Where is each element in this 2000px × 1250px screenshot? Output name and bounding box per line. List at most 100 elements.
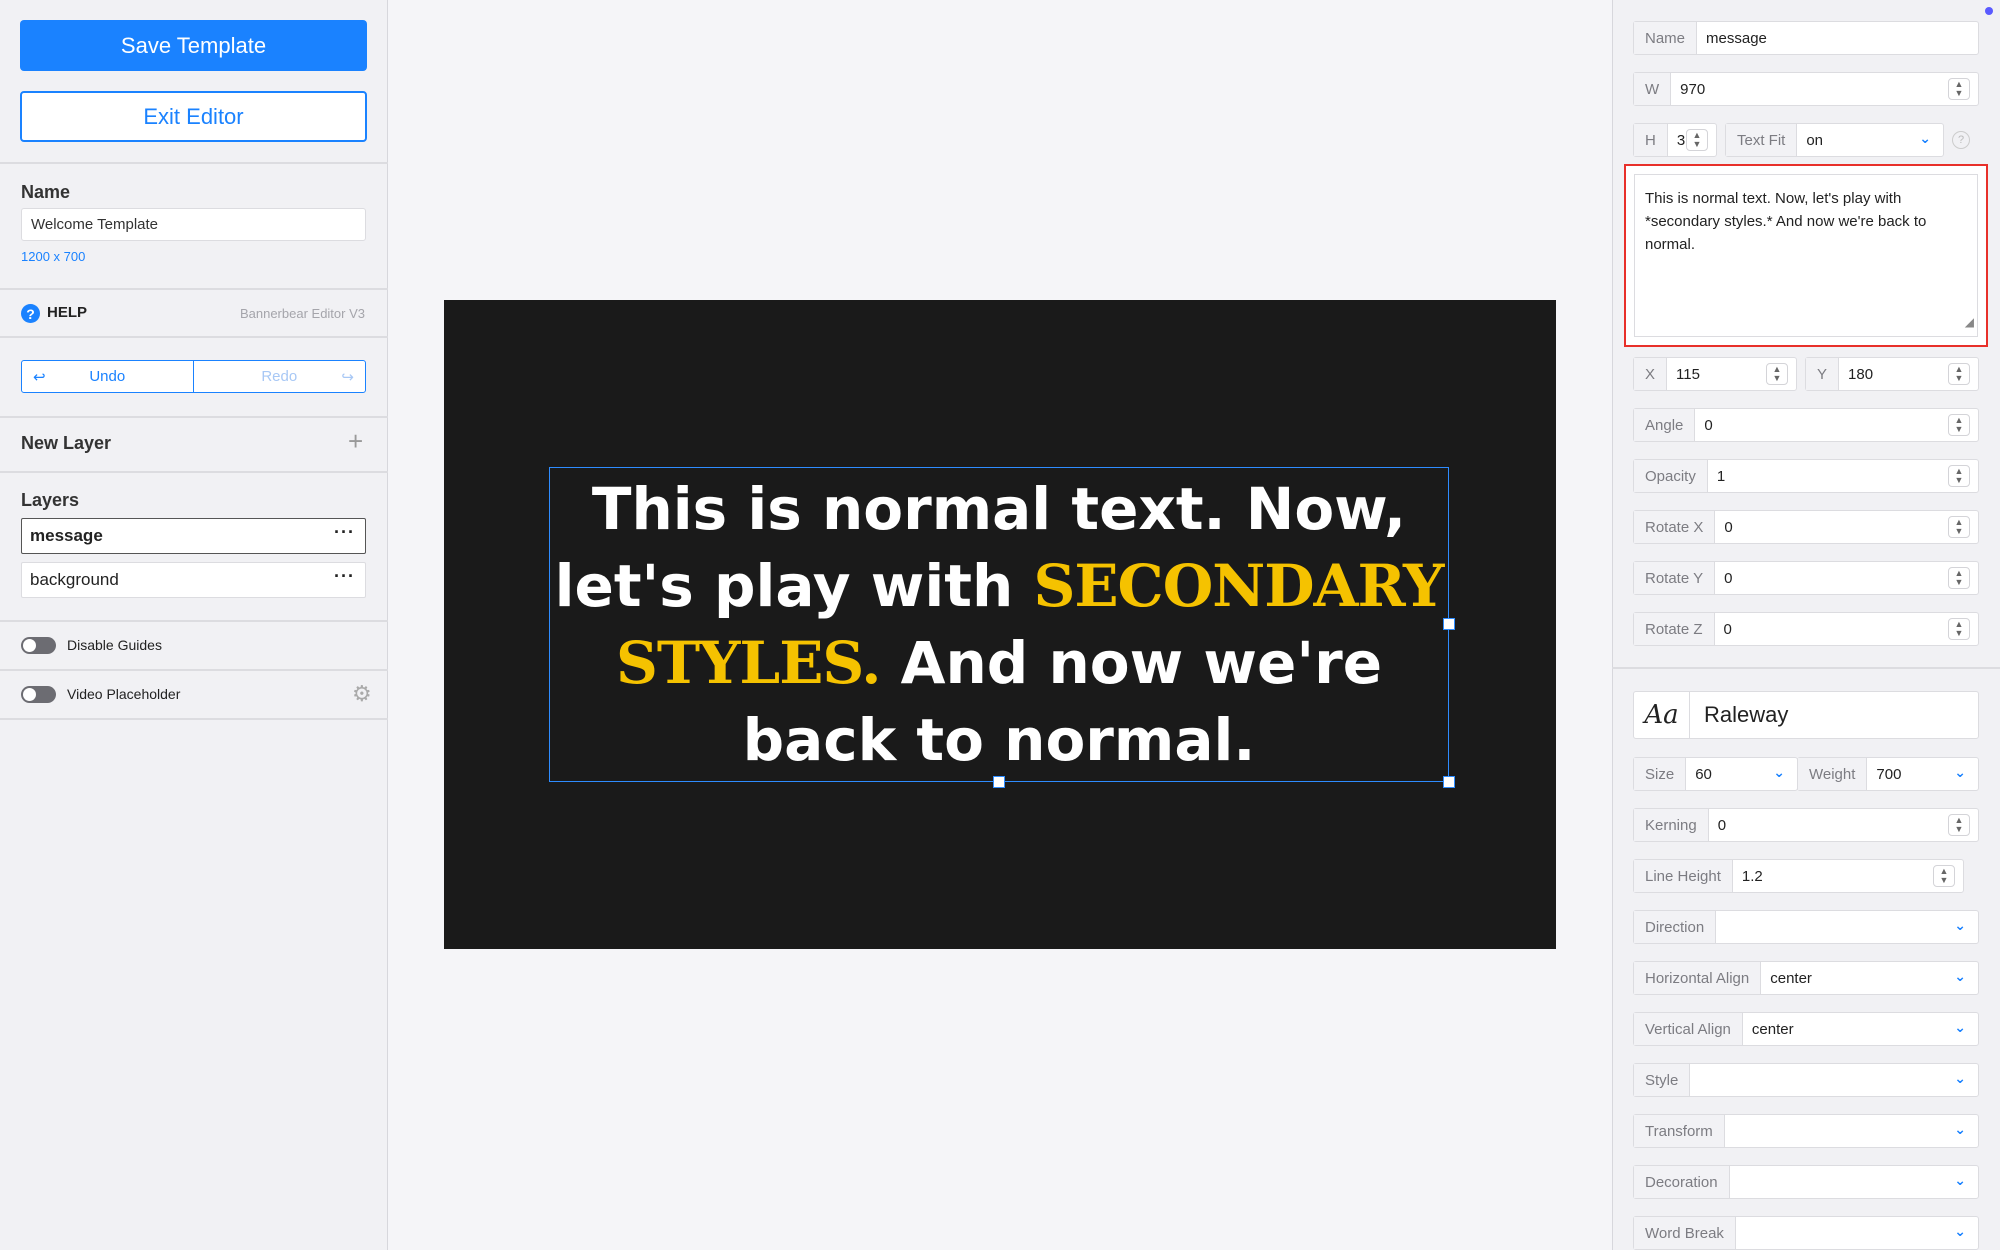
chevron-down-icon[interactable]: ⌄ [1954, 1223, 1966, 1240]
line-height-field[interactable]: Line Height 1.2 ▲ ▼ [1633, 859, 1964, 893]
redo-button[interactable]: Redo ↪ [194, 361, 366, 392]
field-value[interactable]: 0 [1715, 570, 1978, 587]
name-field[interactable]: Name message [1633, 21, 1979, 55]
template-name-label: Name [21, 182, 71, 202]
height-field[interactable]: H 3 ▲ ▼ [1633, 123, 1717, 157]
stepper-icon[interactable]: ▲ ▼ [1948, 414, 1970, 436]
template-name-input[interactable]: Welcome Template [21, 208, 366, 241]
transform-select[interactable]: Transform ⌄ [1633, 1114, 1979, 1148]
layer-item-message[interactable]: message ··· [21, 518, 366, 554]
field-label: Text Fit [1726, 124, 1798, 156]
width-field[interactable]: W 970 ▲ ▼ [1633, 72, 1979, 106]
field-label: Vertical Align [1634, 1013, 1743, 1045]
divider [0, 336, 388, 338]
video-placeholder-label: Video Placeholder [67, 686, 181, 702]
stepper-icon[interactable]: ▲ ▼ [1766, 363, 1788, 385]
rotate-y-field[interactable]: Rotate Y 0 ▲ ▼ [1633, 561, 1979, 595]
stepper-icon[interactable]: ▲ ▼ [1948, 567, 1970, 589]
field-value[interactable]: 0 [1695, 417, 1978, 434]
stepper-icon[interactable]: ▲ ▼ [1686, 129, 1708, 151]
stepper-icon[interactable]: ▲ ▼ [1948, 78, 1970, 100]
help-link[interactable]: HELP [47, 304, 87, 321]
redo-label: Redo [261, 368, 298, 385]
divider [0, 718, 388, 720]
field-label: Style [1634, 1064, 1691, 1096]
stepper-icon[interactable]: ▲ ▼ [1948, 465, 1970, 487]
disable-guides-label: Disable Guides [67, 637, 162, 653]
divider [0, 288, 388, 290]
font-icon: Aa [1634, 692, 1690, 738]
field-value[interactable]: 1.2 [1733, 868, 1963, 885]
stepper-icon[interactable]: ▲ ▼ [1948, 516, 1970, 538]
y-field[interactable]: Y 180 ▲ ▼ [1805, 357, 1979, 391]
chevron-down-icon[interactable]: ⌄ [1954, 1121, 1966, 1138]
style-select[interactable]: Style ⌄ [1633, 1063, 1979, 1097]
divider [0, 669, 388, 671]
chevron-down-icon[interactable]: ⌄ [1773, 764, 1785, 781]
more-options-icon[interactable]: ··· [334, 522, 355, 543]
save-template-button[interactable]: Save Template [20, 20, 367, 71]
field-label: Rotate Z [1634, 613, 1715, 645]
layer-item-background[interactable]: background ··· [21, 562, 366, 598]
chevron-down-icon[interactable]: ⌄ [1954, 1172, 1966, 1189]
field-value[interactable]: 0 [1715, 519, 1978, 536]
angle-field[interactable]: Angle 0 ▲ ▼ [1633, 408, 1979, 442]
font-weight-select[interactable]: Weight 700 ⌄ [1797, 757, 1979, 791]
exit-editor-button[interactable]: Exit Editor [20, 91, 367, 142]
undo-redo-group: ↩ Undo Redo ↪ [21, 360, 366, 393]
gear-icon[interactable]: ⚙ [352, 683, 372, 705]
opacity-field[interactable]: Opacity 1 ▲ ▼ [1633, 459, 1979, 493]
resize-handle-corner[interactable] [1443, 776, 1455, 788]
kerning-field[interactable]: Kerning 0 ▲ ▼ [1633, 808, 1979, 842]
chevron-down-icon[interactable]: ⌄ [1919, 130, 1931, 147]
add-layer-icon[interactable]: + [348, 428, 363, 454]
rotate-z-field[interactable]: Rotate Z 0 ▲ ▼ [1633, 612, 1979, 646]
field-value[interactable]: 1 [1708, 468, 1978, 485]
more-options-icon[interactable]: ··· [334, 566, 355, 587]
field-label: Y [1806, 358, 1840, 390]
disable-guides-toggle[interactable] [21, 637, 56, 654]
chevron-down-icon[interactable]: ⌄ [1954, 917, 1966, 934]
horizontal-align-select[interactable]: Horizontal Align center ⌄ [1633, 961, 1979, 995]
text-content-textarea[interactable]: This is normal text. Now, let's play wit… [1634, 174, 1978, 337]
field-value[interactable]: message [1697, 30, 1978, 47]
chevron-down-icon[interactable]: ⌄ [1954, 968, 1966, 985]
layer-name: background [30, 570, 119, 589]
x-field[interactable]: X 115 ▲ ▼ [1633, 357, 1797, 391]
font-family-picker[interactable]: Aa Raleway [1633, 691, 1979, 739]
text-input-highlight: This is normal text. Now, let's play wit… [1624, 164, 1988, 347]
stepper-icon[interactable]: ▲ ▼ [1948, 363, 1970, 385]
direction-select[interactable]: Direction ⌄ [1633, 910, 1979, 944]
stepper-icon[interactable]: ▲ ▼ [1948, 618, 1970, 640]
decoration-select[interactable]: Decoration ⌄ [1633, 1165, 1979, 1199]
field-value[interactable]: 970 [1671, 81, 1978, 98]
template-canvas[interactable]: This is normal text. Now, let's play wit… [444, 300, 1556, 949]
chevron-down-icon[interactable]: ⌄ [1954, 764, 1966, 781]
stepper-icon[interactable]: ▲ ▼ [1948, 814, 1970, 836]
stepper-icon[interactable]: ▲ ▼ [1933, 865, 1955, 887]
field-label: Size [1634, 758, 1687, 790]
undo-button[interactable]: ↩ Undo [22, 361, 194, 392]
chevron-down-icon[interactable]: ⌄ [1954, 1070, 1966, 1087]
field-value[interactable]: 0 [1709, 817, 1978, 834]
field-value[interactable]: center [1743, 1021, 1978, 1038]
template-dimensions[interactable]: 1200 x 700 [21, 249, 85, 264]
vertical-align-select[interactable]: Vertical Align center ⌄ [1633, 1012, 1979, 1046]
video-placeholder-toggle[interactable] [21, 686, 56, 703]
text-fit-select[interactable]: Text Fit on ⌄ [1725, 123, 1944, 157]
message-text-layer[interactable]: This is normal text. Now, let's play wit… [549, 467, 1449, 782]
redo-icon: ↪ [341, 368, 354, 386]
field-value[interactable]: center [1761, 970, 1978, 987]
chevron-down-icon[interactable]: ⌄ [1954, 1019, 1966, 1036]
resize-handle-right[interactable] [1443, 618, 1455, 630]
field-value[interactable]: 0 [1715, 621, 1978, 638]
rotate-x-field[interactable]: Rotate X 0 ▲ ▼ [1633, 510, 1979, 544]
resize-handle-bottom[interactable] [993, 776, 1005, 788]
word-break-select[interactable]: Word Break ⌄ [1633, 1216, 1979, 1250]
help-icon[interactable]: ? [21, 304, 40, 323]
help-icon[interactable]: ? [1952, 131, 1970, 149]
field-label: Angle [1634, 409, 1696, 441]
textarea-value: This is normal text. Now, let's play wit… [1645, 190, 1927, 253]
font-size-select[interactable]: Size 60 ⌄ [1633, 757, 1798, 791]
resize-grip-icon[interactable]: ◢ [1965, 311, 1974, 334]
